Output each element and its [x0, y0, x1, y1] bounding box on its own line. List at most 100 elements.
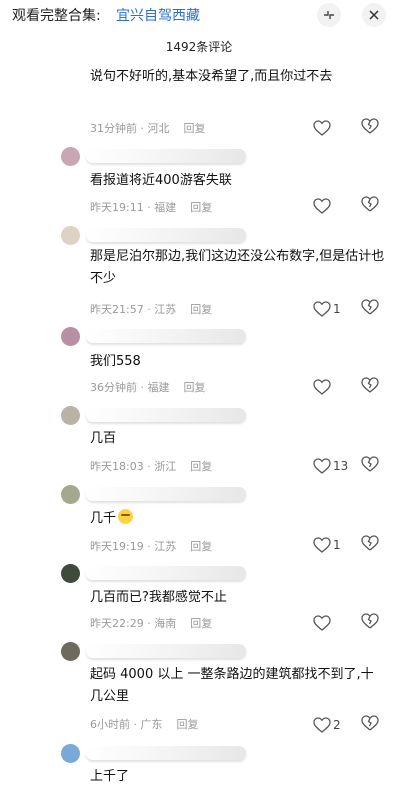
comment-time: 昨天22:29	[90, 617, 144, 630]
comment-time: 昨天21:57	[90, 303, 144, 316]
username-redacted[interactable]	[86, 408, 246, 422]
reply-button[interactable]: 回复	[190, 540, 212, 553]
comment-meta: 昨天21:57 · 江苏 回复	[90, 303, 213, 316]
username-redacted[interactable]	[86, 329, 246, 343]
comment-time: 昨天19:19	[90, 540, 144, 553]
username-redacted[interactable]	[86, 487, 246, 501]
dislike-button[interactable]	[361, 196, 381, 216]
comment-text: 我们558	[90, 354, 141, 369]
dislike-button[interactable]	[361, 613, 381, 633]
dislike-button[interactable]	[361, 456, 381, 476]
reply-button[interactable]: 回复	[190, 303, 212, 316]
heart-outline-icon	[313, 120, 331, 136]
comment-meta: 31分钟前 · 河北 回复	[90, 122, 206, 135]
top-bar: 观看完整合集: 宜兴自驾西藏	[0, 0, 398, 30]
broken-heart-icon	[361, 715, 379, 731]
comment-location: 海南	[154, 617, 177, 630]
comment-text: 起码 4000 以上 一整条路边的建筑都找不到了,十几公里	[90, 667, 374, 704]
collapse-button[interactable]	[317, 3, 341, 27]
collapse-arrows-icon	[324, 11, 334, 19]
comment-time: 昨天18:03	[90, 460, 144, 473]
comment-location: 江苏	[154, 303, 177, 316]
avatar[interactable]	[61, 406, 80, 425]
reply-button[interactable]: 回复	[177, 718, 199, 731]
close-button[interactable]	[362, 3, 386, 27]
reply-button[interactable]: 回复	[190, 201, 212, 214]
comment-location: 浙江	[154, 460, 177, 473]
like-button[interactable]	[313, 377, 353, 397]
like-count: 13	[333, 459, 349, 473]
comment-meta: 昨天22:29 · 海南 回复	[90, 617, 213, 630]
comment-text: 几千	[90, 508, 386, 530]
comment-time: 36分钟前	[90, 381, 137, 394]
like-button[interactable]: 13	[313, 456, 353, 476]
avatar[interactable]	[61, 327, 80, 346]
like-button[interactable]: 1	[313, 535, 353, 555]
broken-heart-icon	[361, 377, 379, 393]
like-button[interactable]: 2	[313, 715, 353, 735]
heart-outline-icon	[313, 198, 331, 214]
avatar[interactable]	[61, 147, 80, 166]
like-count: 2	[333, 718, 341, 732]
comment-time: 6小时前	[90, 718, 130, 731]
broken-heart-icon	[361, 535, 379, 551]
broken-heart-icon	[361, 299, 379, 315]
avatar[interactable]	[61, 744, 80, 763]
dislike-button[interactable]	[361, 715, 381, 735]
like-button[interactable]	[313, 118, 353, 138]
username-redacted[interactable]	[86, 149, 246, 163]
comment-location: 福建	[154, 201, 177, 214]
comment-meta: 6小时前 · 广东 回复	[90, 718, 199, 731]
comment-location: 福建	[147, 381, 170, 394]
heart-outline-icon	[313, 717, 331, 733]
dislike-button[interactable]	[361, 535, 381, 555]
avatar[interactable]	[61, 564, 80, 583]
dislike-button[interactable]	[361, 118, 381, 138]
heart-outline-icon	[313, 301, 331, 317]
broken-heart-icon	[361, 456, 379, 472]
username-redacted[interactable]	[86, 644, 246, 658]
comment-text: 几百而已?我都感觉不止	[90, 590, 227, 605]
comment-text: 上千了	[90, 769, 130, 784]
username-redacted[interactable]	[86, 566, 246, 580]
username-redacted[interactable]	[86, 746, 246, 760]
comment-meta: 昨天19:19 · 江苏 回复	[90, 540, 213, 553]
close-icon	[369, 10, 379, 20]
heart-outline-icon	[313, 458, 331, 474]
username-redacted[interactable]	[86, 228, 246, 242]
reply-button[interactable]: 回复	[184, 381, 206, 394]
reply-button[interactable]: 回复	[190, 617, 212, 630]
comment-location: 河北	[147, 122, 170, 135]
broken-heart-icon	[361, 196, 379, 212]
comment-meta: 昨天18:03 · 浙江 回复	[90, 460, 213, 473]
reply-button[interactable]: 回复	[190, 460, 212, 473]
broken-heart-icon	[361, 118, 379, 134]
comment-location: 广东	[140, 718, 163, 731]
comment-count: 1492条评论	[165, 40, 233, 54]
comment-meta: 昨天19:11 · 福建 回复	[90, 201, 213, 214]
avatar[interactable]	[61, 485, 80, 504]
avatar[interactable]	[61, 226, 80, 245]
avatar[interactable]	[61, 642, 80, 661]
dislike-button[interactable]	[361, 377, 381, 397]
like-count: 1	[333, 302, 341, 316]
heart-outline-icon	[313, 379, 331, 395]
comment-meta: 36分钟前 · 福建 回复	[90, 381, 206, 394]
dislike-button[interactable]	[361, 299, 381, 319]
like-button[interactable]	[313, 613, 353, 633]
like-button[interactable]: 1	[313, 299, 353, 319]
comment-text: 几百	[90, 431, 117, 446]
collection-prefix: 观看完整合集:	[12, 8, 101, 24]
comment-text: 说句不好听的,基本没希望了,而且你过不去	[90, 69, 333, 84]
like-count: 1	[333, 538, 341, 552]
comment-text-content: 几千	[90, 511, 117, 526]
like-button[interactable]	[313, 196, 353, 216]
broken-heart-icon	[361, 613, 379, 629]
reply-button[interactable]: 回复	[184, 122, 206, 135]
sleepy-face-emoji	[118, 509, 134, 524]
heart-outline-icon	[313, 537, 331, 553]
comment-text: 看报道将近400游客失联	[90, 173, 232, 188]
collection-link[interactable]: 宜兴自驾西藏	[116, 5, 200, 25]
comment-location: 江苏	[154, 540, 177, 553]
comment-text: 那是尼泊尔那边,我们这边还没公布数字,但是估计也不少	[90, 249, 385, 286]
